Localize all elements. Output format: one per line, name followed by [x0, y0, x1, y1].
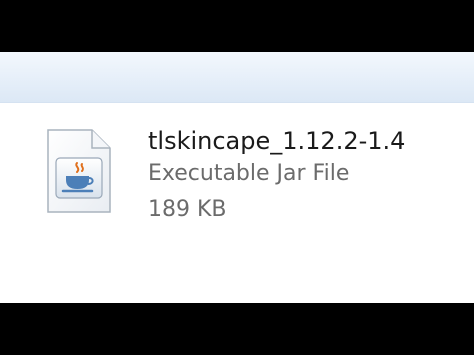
- file-name: tlskincape_1.12.2-1.4: [148, 127, 406, 155]
- file-type: Executable Jar File: [148, 161, 350, 186]
- screen: tlskincape_1.12.2-1.4 Executable Jar Fil…: [0, 0, 474, 355]
- explorer-file-view: tlskincape_1.12.2-1.4 Executable Jar Fil…: [0, 52, 474, 303]
- explorer-toolbar-strip: [0, 52, 474, 103]
- file-item[interactable]: tlskincape_1.12.2-1.4 Executable Jar Fil…: [40, 118, 440, 238]
- java-jar-file-icon: [44, 128, 114, 214]
- file-size: 189 KB: [148, 197, 227, 222]
